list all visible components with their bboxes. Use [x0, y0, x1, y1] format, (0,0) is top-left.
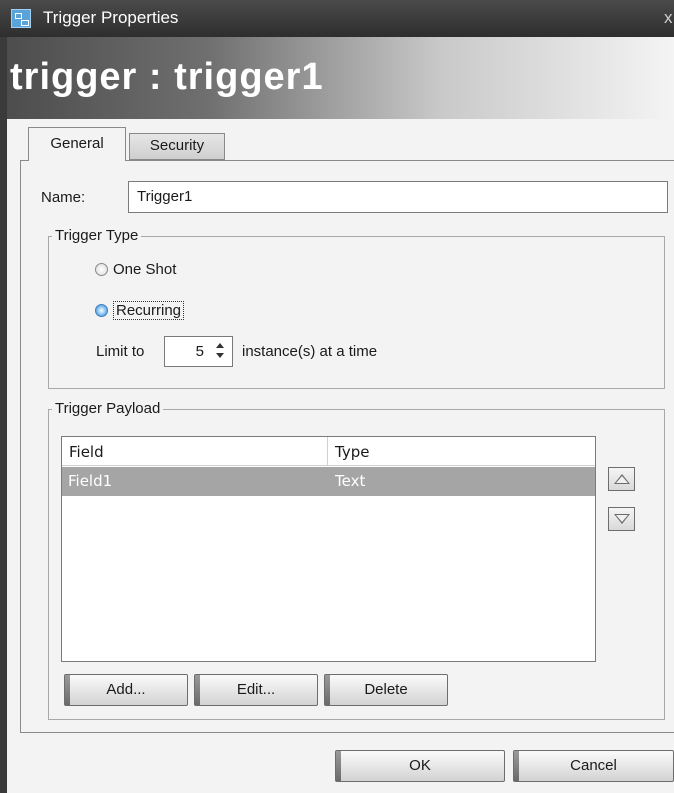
limit-instances-value: 5 — [195, 343, 204, 360]
tab-security[interactable]: Security — [129, 133, 225, 160]
tab-general-label: General — [50, 135, 104, 152]
arrow-down-icon — [614, 514, 630, 524]
tab-general[interactable]: General — [28, 127, 126, 161]
window-title: Trigger Properties — [43, 8, 179, 27]
stepper-up-icon[interactable] — [216, 343, 224, 348]
row-field-cell: Field1 — [68, 472, 113, 490]
payload-field-list[interactable]: Field Type Field1 Text — [61, 436, 596, 662]
arrow-up-icon — [614, 474, 630, 484]
radio-one-shot-label: One Shot — [113, 261, 177, 278]
edit-button[interactable]: Edit... — [194, 674, 318, 706]
trigger-payload-group-title: Trigger Payload — [52, 400, 164, 417]
radio-recurring-circle[interactable] — [95, 304, 108, 317]
name-label: Name: — [41, 189, 86, 206]
move-up-button[interactable] — [608, 467, 635, 491]
trigger-type-group-title: Trigger Type — [52, 227, 142, 244]
trigger-properties-window: Trigger Properties x trigger : trigger1 … — [0, 0, 674, 793]
table-row[interactable]: Field1 Text — [62, 467, 595, 496]
row-type-cell: Text — [335, 472, 366, 490]
ok-button[interactable]: OK — [335, 750, 505, 782]
stepper-down-icon[interactable] — [216, 353, 224, 358]
column-header-field[interactable]: Field — [62, 437, 328, 466]
limit-suffix-label: instance(s) at a time — [242, 343, 378, 360]
name-input[interactable]: Trigger1 — [128, 181, 668, 213]
radio-one-shot-circle[interactable] — [95, 263, 108, 276]
delete-button[interactable]: Delete — [324, 674, 448, 706]
trigger-app-icon — [11, 9, 31, 28]
move-down-button[interactable] — [608, 507, 635, 531]
radio-recurring-label: Recurring — [113, 301, 185, 320]
close-icon[interactable]: x — [664, 8, 673, 28]
title-bar[interactable]: Trigger Properties x — [0, 0, 674, 37]
header-banner: trigger : trigger1 — [7, 37, 674, 119]
cancel-button[interactable]: Cancel — [513, 750, 674, 782]
banner-title: trigger : trigger1 — [10, 56, 324, 98]
column-header-type[interactable]: Type — [328, 437, 595, 466]
limit-prefix-label: Limit to — [96, 343, 145, 360]
add-button[interactable]: Add... — [64, 674, 188, 706]
radio-recurring[interactable]: Recurring — [95, 301, 185, 320]
limit-instances-stepper[interactable]: 5 — [164, 336, 233, 367]
radio-one-shot[interactable]: One Shot — [95, 261, 176, 278]
